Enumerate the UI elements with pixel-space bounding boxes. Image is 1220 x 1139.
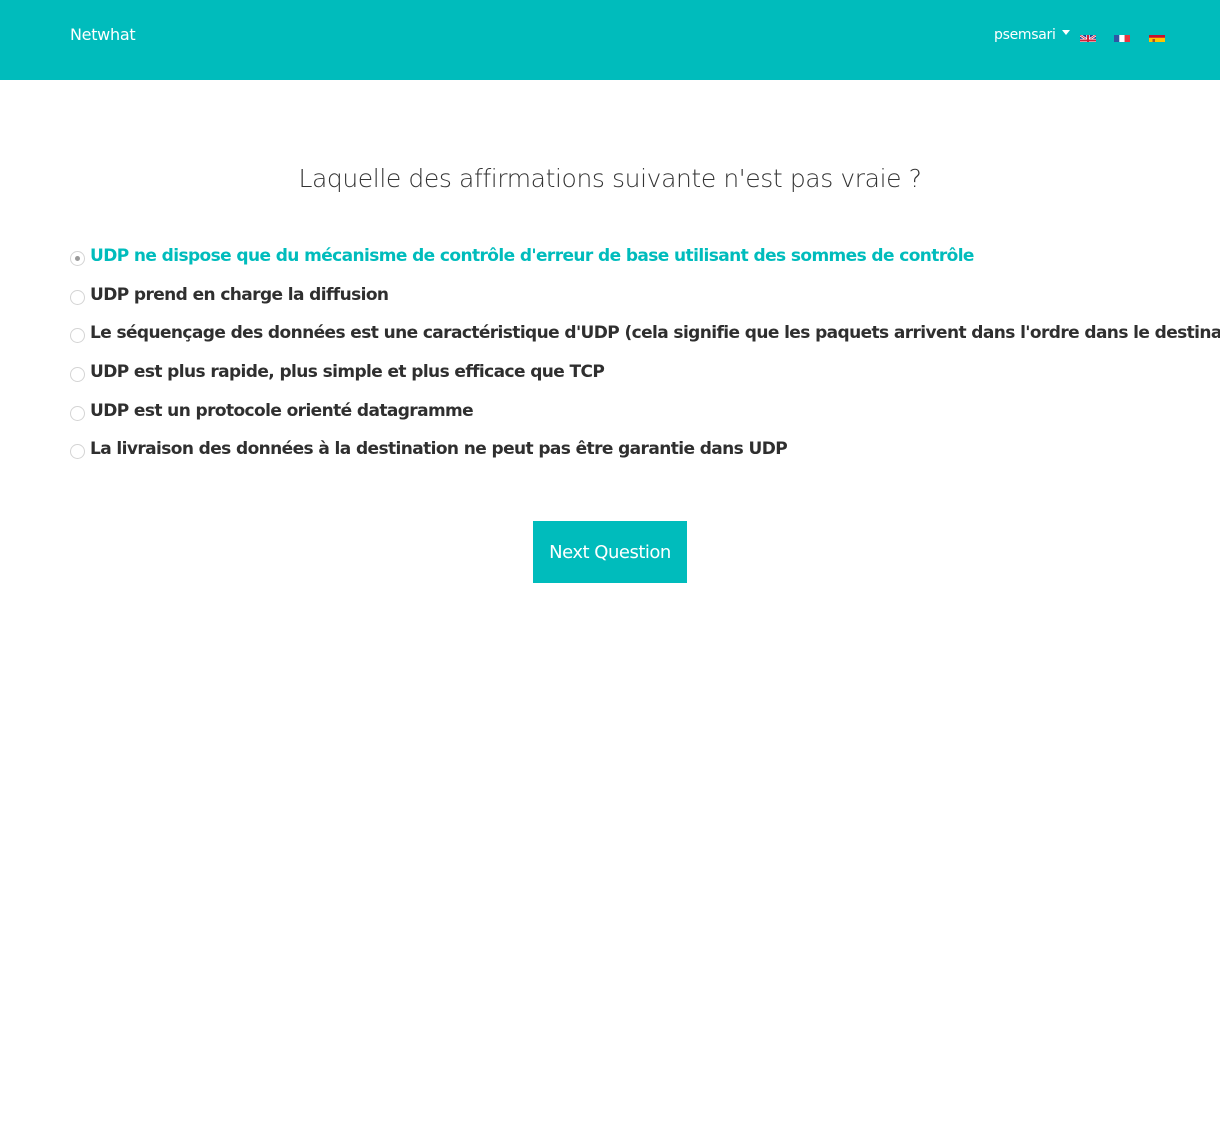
answer-options: UDP ne dispose que du mécanisme de contr… — [70, 243, 1220, 475]
radio-button[interactable] — [70, 367, 85, 383]
radio-button[interactable] — [70, 251, 85, 266]
answer-option[interactable]: UDP prend en charge la diffusion — [70, 282, 1190, 321]
answer-label: La livraison des données à la destinatio… — [90, 439, 788, 460]
brand-link[interactable]: Netwhat — [70, 25, 136, 44]
radio-button[interactable] — [70, 444, 85, 460]
radio-button[interactable] — [70, 289, 85, 305]
answer-label: UDP ne dispose que du mécanisme de contr… — [90, 246, 974, 266]
radio-button[interactable] — [70, 328, 85, 344]
user-dropdown[interactable]: psemsari — [994, 27, 1070, 43]
answer-label: UDP est plus rapide, plus simple et plus… — [90, 362, 605, 383]
username-label: psemsari — [994, 27, 1056, 43]
spain-flag-icon[interactable] — [1149, 31, 1165, 42]
answer-option[interactable]: UDP est plus rapide, plus simple et plus… — [70, 359, 1190, 398]
answer-option[interactable]: Le séquençage des données est une caract… — [70, 320, 1220, 359]
uk-flag-icon[interactable] — [1080, 31, 1096, 42]
answer-option[interactable]: La livraison des données à la destinatio… — [70, 436, 1190, 475]
answer-option[interactable]: UDP ne dispose que du mécanisme de contr… — [70, 243, 1190, 282]
answer-label: UDP est un protocole orienté datagramme — [90, 400, 474, 421]
question-title: Laquelle des affirmations suivante n'est… — [298, 164, 922, 193]
chevron-down-icon — [1061, 29, 1070, 35]
radio-button[interactable] — [70, 405, 85, 421]
answer-label: Le séquençage des données est une caract… — [90, 323, 1220, 344]
answer-label: UDP prend en charge la diffusion — [90, 284, 389, 305]
top-navbar: Netwhat psemsari — [0, 0, 1220, 80]
france-flag-icon[interactable] — [1114, 31, 1130, 42]
answer-option[interactable]: UDP est un protocole orienté datagramme — [70, 398, 1190, 437]
next-question-button[interactable]: Next Question — [533, 521, 687, 583]
